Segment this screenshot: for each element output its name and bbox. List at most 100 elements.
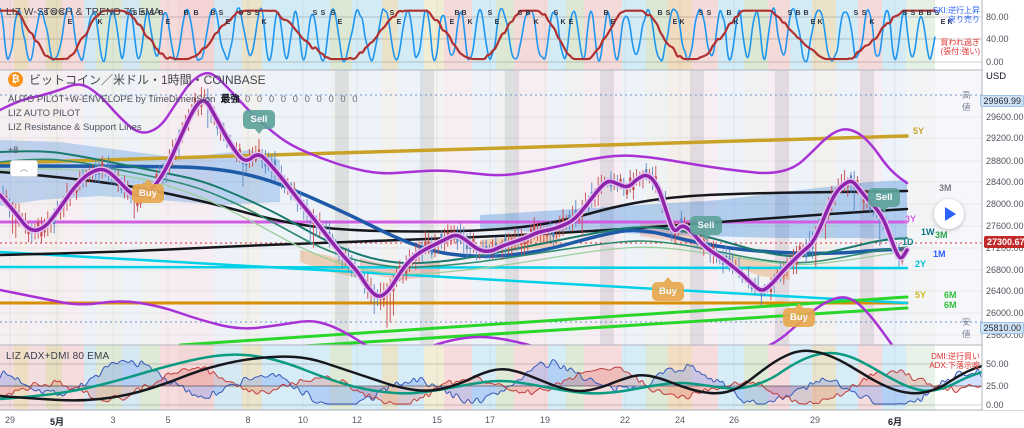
bottom-pane-note: DMI:逆行買いADX:下落示唆 xyxy=(880,352,980,370)
signal-letter: S xyxy=(331,10,336,17)
time-tick: 29 xyxy=(810,415,820,425)
replay-play-button[interactable] xyxy=(934,199,964,229)
signal-letter: S xyxy=(321,10,326,17)
buy-badge: Buy xyxy=(132,184,164,203)
signal-letter: S xyxy=(554,10,559,17)
sr-label-6m: 6M xyxy=(944,290,957,300)
signal-letter: S xyxy=(518,10,523,17)
symbol-header: ₿ ビットコイン／米ドル・1時間・COINBASE AUTO PILOT+W-E… xyxy=(8,71,360,133)
signal-letter: B xyxy=(726,10,731,17)
price-axis-tick: 28800.00 xyxy=(986,156,1024,166)
osc-axis-tick: 0.00 xyxy=(986,57,1004,67)
current-price-label: 27300.67 xyxy=(984,236,1024,248)
price-axis-tick: 28000.00 xyxy=(986,199,1024,209)
signal-letter: K xyxy=(560,19,565,26)
time-tick: 6月 xyxy=(888,415,902,428)
signal-letter: K xyxy=(679,19,684,26)
sr-label-3m: 3M xyxy=(939,183,952,193)
signal-letter: E xyxy=(611,19,616,26)
time-tick: 26 xyxy=(729,415,739,425)
price-axis-tick: 27600.00 xyxy=(986,221,1024,231)
signal-letter: S xyxy=(666,10,671,17)
signal-letter: E xyxy=(68,19,73,26)
top-pane-note-blue: SKI:逆行上昇戻り売り xyxy=(880,6,980,24)
signal-letter: S xyxy=(707,10,712,17)
signal-letter: B xyxy=(454,10,459,17)
time-tick: 19 xyxy=(540,415,550,425)
indicator-row-srlines[interactable]: LIZ Resistance & Support Lines xyxy=(8,122,360,133)
signal-letter: E xyxy=(495,19,500,26)
trading-chart-window: LIZ W-STOCH & TREND 75 EMA SKI:逆行上昇戻り売り … xyxy=(0,0,1024,428)
sr-label-6m: 6M xyxy=(944,300,957,310)
sr-label-3y: 3Y xyxy=(905,214,916,224)
sr-label-1d: 1D xyxy=(902,237,914,247)
sell-badge: Sell xyxy=(690,216,722,235)
price-axis[interactable]: USD 80.0040.000.0029600.0029200.0028800.… xyxy=(983,0,1024,410)
time-axis[interactable]: 295月3581012151719222426296月 xyxy=(0,410,1024,428)
play-icon xyxy=(945,207,956,221)
signal-letter: E xyxy=(397,19,402,26)
signal-letter: K xyxy=(467,19,472,26)
sr-label-2y: 2Y xyxy=(915,259,926,269)
bottom-pane-title: LIZ ADX+DMI 80 EMA xyxy=(6,351,109,362)
signal-letter: B xyxy=(461,10,466,17)
badge-pointer xyxy=(794,303,804,309)
buy-badge: Buy xyxy=(652,282,684,301)
chart-canvas[interactable] xyxy=(0,0,1024,428)
signal-letter: K xyxy=(869,19,874,26)
signal-letter: E xyxy=(569,19,574,26)
top-pane-title: LIZ W-STOCH & TREND 75 EMA xyxy=(6,7,161,18)
collapse-pane-button[interactable]: ︿ xyxy=(10,160,38,177)
signal-letter: K xyxy=(261,19,266,26)
badge-pointer xyxy=(701,234,711,240)
signal-letter: S xyxy=(854,10,859,17)
time-tick: 12 xyxy=(352,415,362,425)
signal-letter: B xyxy=(657,10,662,17)
signal-letter: B xyxy=(210,10,215,17)
price-axis-tick: 29600.00 xyxy=(986,112,1024,122)
signal-letter: E xyxy=(450,19,455,26)
price-axis-tick: 29200.00 xyxy=(986,133,1024,143)
time-tick: 29 xyxy=(5,415,15,425)
osc-axis-tick: 80.00 xyxy=(986,12,1009,22)
time-tick: 17 xyxy=(485,415,495,425)
low-price-label: 安値 25810.00 xyxy=(962,316,1024,340)
signal-letter: S xyxy=(255,10,260,17)
signal-letter: E xyxy=(673,19,678,26)
sr-label-1w: 1W xyxy=(921,227,935,237)
sr-label-1m: 1M xyxy=(933,249,946,259)
sr-label-3m: 3M xyxy=(935,230,948,240)
signal-letter: K xyxy=(533,19,538,26)
signal-letter: B xyxy=(193,10,198,17)
price-axis-tick: 26400.00 xyxy=(986,286,1024,296)
signal-letter: K xyxy=(97,19,102,26)
signal-letter: B xyxy=(603,10,608,17)
currency-label: USD xyxy=(986,71,1006,82)
signal-letter: S xyxy=(390,10,395,17)
time-tick: 22 xyxy=(620,415,630,425)
indicator-row-envelope[interactable]: AUTO PILOT+W-ENVELOPE by TimeDimenSion 最… xyxy=(8,91,360,105)
signal-letter: S xyxy=(247,10,252,17)
signal-letter: S xyxy=(862,10,867,17)
time-tick: 24 xyxy=(675,415,685,425)
sr-label-5y: 5Y xyxy=(913,126,924,136)
symbol-title[interactable]: ビットコイン／米ドル・1時間・COINBASE xyxy=(29,71,266,88)
top-pane-note-red: 買われ過ぎ(張付:強い) xyxy=(880,38,980,56)
signal-letter: S xyxy=(313,10,318,17)
signal-letter: S xyxy=(699,10,704,17)
signal-letter: K xyxy=(817,19,822,26)
price-axis-tick: 28400.00 xyxy=(986,177,1024,187)
indicator-row-autopilot[interactable]: LIZ AUTO PILOT xyxy=(8,108,360,119)
bitcoin-icon: ₿ xyxy=(8,72,23,87)
signal-letter: E xyxy=(166,19,171,26)
adx-axis-tick: 50.00 xyxy=(986,359,1009,369)
signal-letter: B xyxy=(803,10,808,17)
price-axis-tick: 26800.00 xyxy=(986,265,1024,275)
signal-letter: S xyxy=(788,10,793,17)
signal-letter: B xyxy=(183,10,188,17)
badge-pointer xyxy=(663,277,673,283)
srlines-count: +8 xyxy=(8,145,18,155)
sell-badge: Sell xyxy=(243,110,275,129)
high-price-label: 高値 29969.99 xyxy=(962,89,1024,113)
badge-pointer xyxy=(143,179,153,185)
